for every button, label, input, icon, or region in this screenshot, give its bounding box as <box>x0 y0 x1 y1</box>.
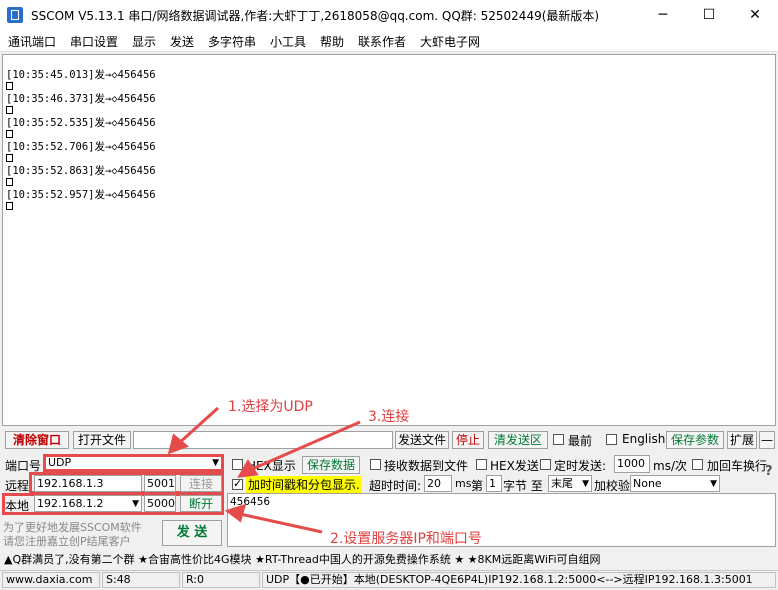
annotation-1: 1.选择为UDP <box>228 399 313 415</box>
annotation-arrows <box>167 406 361 534</box>
arrow-2-head <box>224 503 247 523</box>
arrow-3-line <box>249 420 361 472</box>
arrow-3-head <box>237 459 259 478</box>
arrow-2-line <box>239 512 323 534</box>
annotation-2: 2.设置服务器IP和端口号 <box>330 531 482 547</box>
annotation-3: 3.连接 <box>368 409 410 425</box>
arrow-1-line <box>176 406 220 446</box>
